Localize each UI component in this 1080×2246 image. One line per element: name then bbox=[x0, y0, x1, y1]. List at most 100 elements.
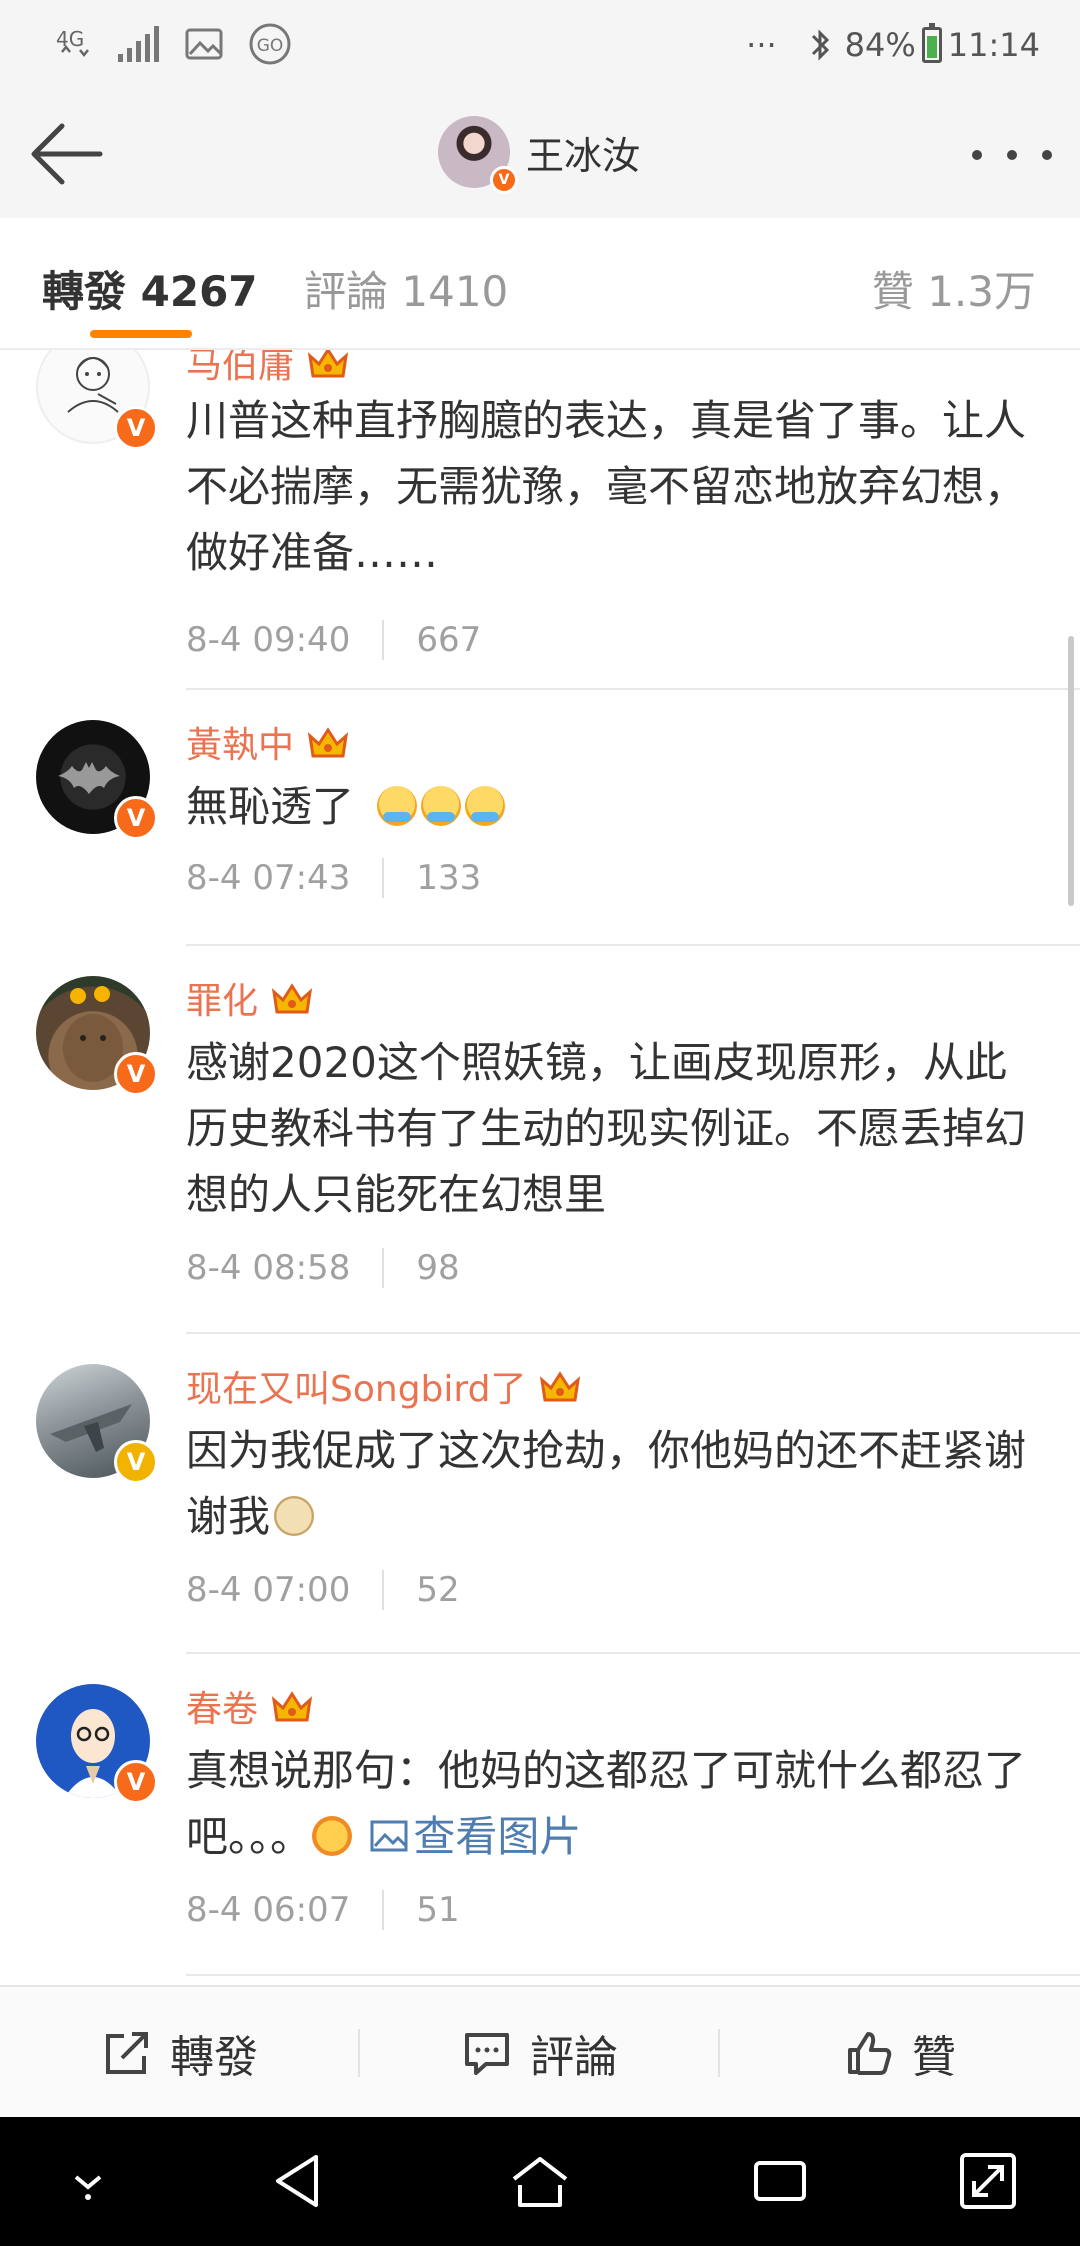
action-bar: 轉發 評論 贊 bbox=[0, 1985, 1080, 2119]
username: 春卷 bbox=[186, 1689, 259, 1730]
dot-icon bbox=[1042, 150, 1052, 160]
tab-count: 1.3万 bbox=[927, 267, 1036, 316]
avatar[interactable]: V bbox=[36, 1684, 158, 1804]
image-icon bbox=[370, 1820, 408, 1851]
clock: 11:14 bbox=[947, 26, 1040, 64]
username: 现在又叫Songbird了 bbox=[186, 1369, 527, 1410]
like-button[interactable]: 贊 bbox=[720, 1987, 1080, 2119]
more-status-icon: ··· bbox=[746, 26, 777, 64]
divider bbox=[382, 1890, 385, 1930]
more-options-button[interactable] bbox=[972, 130, 1052, 180]
back-nav-button[interactable] bbox=[268, 2149, 332, 2213]
crown-icon bbox=[271, 1691, 313, 1722]
gallery-icon bbox=[184, 26, 224, 62]
back-button[interactable] bbox=[26, 118, 106, 190]
nav-header: V 王冰汝 bbox=[0, 90, 1080, 220]
go-app-icon: GO bbox=[246, 20, 294, 68]
status-right: ··· 84% 11:14 bbox=[746, 22, 1040, 68]
like-count: 133 bbox=[416, 858, 482, 898]
svg-text:GO: GO bbox=[257, 36, 284, 56]
crown-icon bbox=[307, 727, 349, 758]
comment-icon bbox=[465, 2033, 509, 2075]
expand-button[interactable] bbox=[956, 2149, 1020, 2213]
crown-icon bbox=[271, 983, 313, 1014]
hide-keyboard-button[interactable] bbox=[56, 2149, 120, 2213]
avatar[interactable]: V bbox=[36, 350, 158, 450]
username-link[interactable]: 黃執中 bbox=[186, 716, 350, 768]
comment-time: 8-4 08:58 bbox=[186, 1248, 351, 1288]
username-link[interactable]: 现在又叫Songbird了 bbox=[186, 1360, 582, 1412]
verified-badge-icon: V bbox=[114, 406, 158, 450]
tab-count: 4267 bbox=[140, 267, 258, 316]
network-4g-icon: 4G bbox=[54, 22, 94, 68]
comment-meta: 8-4 06:07 51 bbox=[186, 1890, 460, 1930]
comment-meta: 8-4 09:40 667 bbox=[186, 620, 481, 660]
like-count: 52 bbox=[416, 1570, 460, 1610]
tears-emoji-icon bbox=[312, 1815, 353, 1856]
nav-profile[interactable]: V 王冰汝 bbox=[438, 116, 641, 194]
list-item: V 黃執中 無恥透了 8-4 07:43 133 bbox=[0, 690, 1080, 946]
home-button[interactable] bbox=[508, 2149, 572, 2213]
doge-emoji-icon bbox=[274, 1495, 315, 1536]
crown-icon bbox=[540, 1371, 581, 1402]
username-link[interactable]: 春卷 bbox=[186, 1680, 314, 1732]
comment-time: 8-4 07:00 bbox=[186, 1570, 351, 1610]
repost-button[interactable]: 轉發 bbox=[0, 1987, 360, 2119]
crying-emoji-icon bbox=[377, 785, 418, 826]
comment-button[interactable]: 評論 bbox=[360, 1987, 720, 2119]
comment-text: 真想说那句：他妈的这都忍了可就什么都忍了吧。。。 bbox=[186, 1746, 1027, 1861]
tab-reposts[interactable]: 轉發 4267 bbox=[42, 258, 258, 319]
verified-badge-icon: V bbox=[114, 1052, 158, 1096]
comment-label: 評論 bbox=[530, 2032, 618, 2083]
repost-icon bbox=[106, 2032, 148, 2074]
like-count: 51 bbox=[416, 1890, 460, 1930]
like-label: 贊 bbox=[912, 2032, 956, 2083]
scrollbar[interactable] bbox=[1068, 636, 1074, 906]
username: 罪化 bbox=[186, 981, 259, 1022]
tab-bar: 轉發 4267 評論 1410 贊 1.3万 bbox=[0, 218, 1080, 350]
tab-count: 1410 bbox=[401, 267, 509, 316]
verified-badge-icon: V bbox=[490, 166, 518, 194]
username-link[interactable]: 罪化 bbox=[186, 972, 314, 1024]
crying-emoji-icon bbox=[421, 785, 462, 826]
back-arrow-icon bbox=[31, 123, 103, 185]
system-nav-bar bbox=[0, 2117, 1080, 2246]
tab-comments[interactable]: 評論 1410 bbox=[304, 258, 508, 319]
list-item: V 现在又叫Songbird了 因为我促成了这次抢劫，你他妈的还不赶紧谢谢我 8… bbox=[0, 1334, 1080, 1654]
avatar[interactable]: V bbox=[438, 116, 518, 194]
comment-meta: 8-4 07:00 52 bbox=[186, 1570, 460, 1610]
comment-body: 無恥透了 bbox=[186, 774, 1046, 840]
view-image-link[interactable]: 查看图片 bbox=[369, 1812, 581, 1861]
divider bbox=[382, 1248, 385, 1288]
list-item: V 罪化 感谢2020这个照妖镜，让画皮现原形，从此历史教科书有了生动的现实例证… bbox=[0, 946, 1080, 1334]
dot-icon bbox=[1007, 150, 1017, 160]
comment-body: 真想说那句：他妈的这都忍了可就什么都忍了吧。。。 查看图片 bbox=[186, 1738, 1046, 1870]
tab-label: 評論 bbox=[304, 267, 389, 316]
battery-percent: 84% bbox=[844, 26, 916, 64]
avatar[interactable]: V bbox=[36, 720, 158, 840]
list-item: V 马伯庸 川普这种直抒胸臆的表达，真是省了事。让人不必揣摩，无需犹豫，毫不留恋… bbox=[0, 350, 1080, 690]
svg-text:4G: 4G bbox=[56, 27, 84, 51]
username-link[interactable]: 马伯庸 bbox=[186, 350, 350, 388]
recents-button[interactable] bbox=[748, 2149, 812, 2213]
tab-likes[interactable]: 贊 1.3万 bbox=[872, 258, 1036, 319]
signal-icon bbox=[116, 24, 160, 64]
comment-list[interactable]: V 马伯庸 川普这种直抒胸臆的表达，真是省了事。让人不必揣摩，无需犹豫，毫不留恋… bbox=[0, 350, 1080, 1985]
tab-label: 轉發 bbox=[42, 267, 127, 316]
verified-badge-icon: V bbox=[114, 796, 158, 840]
username: 黃執中 bbox=[186, 725, 295, 766]
comment-meta: 8-4 08:58 98 bbox=[186, 1248, 460, 1288]
avatar[interactable]: V bbox=[36, 1364, 158, 1484]
expand-icon bbox=[960, 2153, 1016, 2209]
thumbs-up-icon bbox=[848, 2032, 892, 2075]
comment-text: 川普这种直抒胸臆的表达，真是省了事。让人不必揣摩，无需犹豫，毫不留恋地放弃幻想，… bbox=[186, 396, 1027, 577]
avatar[interactable]: V bbox=[36, 976, 158, 1096]
view-image-label: 查看图片 bbox=[413, 1812, 582, 1861]
verified-badge-icon: V bbox=[114, 1760, 158, 1804]
crown-icon bbox=[307, 350, 349, 378]
verified-badge-icon: V bbox=[114, 1440, 158, 1484]
bluetooth-icon bbox=[807, 25, 833, 65]
divider bbox=[186, 1974, 1080, 1976]
page-title: 王冰汝 bbox=[526, 133, 641, 178]
comment-time: 8-4 06:07 bbox=[186, 1890, 351, 1930]
